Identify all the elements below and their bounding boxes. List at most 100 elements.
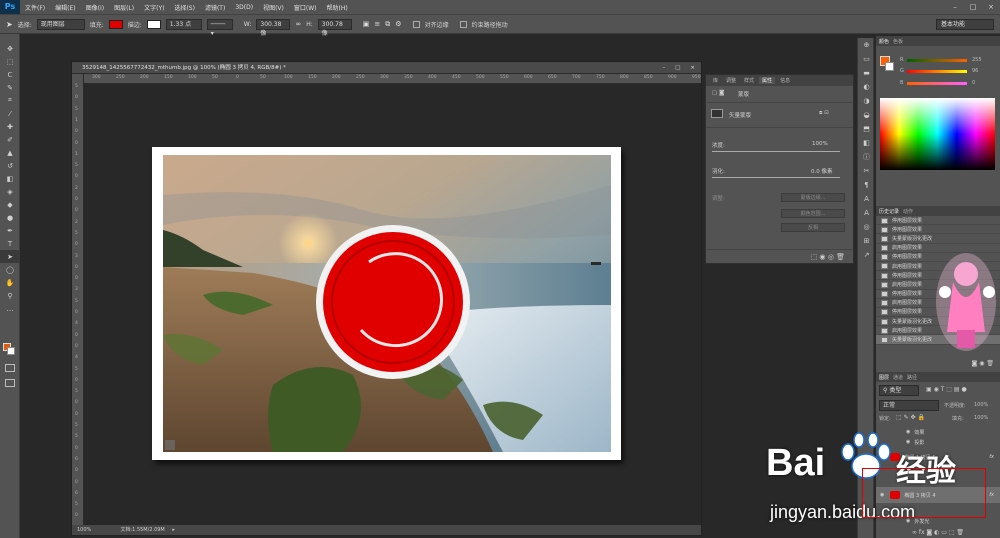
tab-properties[interactable]: 属性 — [759, 77, 776, 84]
opacity-value[interactable]: 100% — [974, 402, 988, 408]
add-mask-icon[interactable]: ⧈ ⊡ — [819, 110, 829, 117]
mask-icon[interactable]: ▢ ◙ — [712, 90, 724, 96]
tab-layers[interactable]: 图层 — [879, 374, 889, 381]
stroke-swatch[interactable] — [146, 19, 161, 29]
b-slider[interactable] — [907, 82, 967, 85]
history-item[interactable]: 停用图层效果 — [876, 225, 1000, 235]
eye-icon[interactable]: ◉ — [906, 429, 910, 435]
feather-value[interactable]: 0.0 像素 — [811, 167, 833, 175]
tab-swatches[interactable]: 色板 — [893, 38, 903, 45]
bucket-tool-icon[interactable]: ◈ — [0, 185, 20, 198]
menu-select[interactable]: 选择(S) — [169, 3, 200, 12]
menu-help[interactable]: 帮助(H) — [322, 3, 353, 12]
status-arrow-icon[interactable]: ▸ — [172, 527, 175, 533]
red-circle-graphic[interactable] — [313, 222, 473, 382]
h-field[interactable]: 300.78 像 — [317, 18, 352, 37]
minimize-button[interactable]: – — [946, 3, 964, 11]
tab-info[interactable]: 信息 — [777, 77, 793, 84]
color-bg-swatch[interactable] — [885, 62, 894, 71]
select-dropdown[interactable]: 现用图层 — [36, 18, 85, 30]
menu-layer[interactable]: 图层(L) — [109, 3, 139, 12]
move-tool-icon[interactable]: ✥ — [0, 42, 20, 55]
lock-icons[interactable]: ⬚ ✎ ✥ 🔒 — [896, 414, 925, 421]
tab-styles[interactable]: 样式 — [741, 77, 757, 84]
tab-paths[interactable]: 路径 — [907, 374, 917, 381]
zoom-tool-icon[interactable]: ⚲ — [0, 289, 20, 302]
tab-adjustments[interactable]: 调整 — [723, 77, 739, 84]
r-value[interactable]: 255 — [972, 57, 982, 63]
tab-color[interactable]: 颜色 — [879, 38, 889, 45]
glyphs-icon[interactable]: ◎ — [858, 220, 875, 234]
character-icon[interactable]: A — [858, 192, 875, 206]
dodge-tool-icon[interactable]: ● — [0, 211, 20, 224]
g-value[interactable]: 96 — [972, 68, 978, 74]
eraser-tool-icon[interactable]: ◧ — [0, 172, 20, 185]
properties-icon[interactable]: ⊞ — [858, 234, 875, 248]
paragraph-icon[interactable]: ¶ — [858, 178, 875, 192]
gear-icon[interactable]: ⚙ — [395, 20, 401, 28]
layer-effects-row[interactable]: ◉ 效果 — [876, 427, 1000, 437]
menu-image[interactable]: 图像(I) — [81, 3, 109, 12]
navigator-icon[interactable]: ◐ — [858, 80, 875, 94]
pen-tool-icon[interactable]: ✒ — [0, 224, 20, 237]
type-tool-icon[interactable]: T — [0, 237, 20, 250]
healing-tool-icon[interactable]: ✚ — [0, 120, 20, 133]
quick-mask-icon[interactable] — [5, 364, 15, 372]
align-edges-checkbox[interactable] — [412, 20, 420, 28]
history-panel-icon[interactable]: ⊕ — [858, 38, 875, 52]
crop-tool-icon[interactable]: ⌗ — [0, 94, 20, 107]
history-item[interactable]: 停用图层效果 — [876, 216, 1000, 226]
marquee-tool-icon[interactable]: ⬚ — [0, 55, 20, 68]
tool-presets-icon[interactable]: ✂ — [858, 164, 875, 178]
doc-minimize-button[interactable]: – — [662, 62, 665, 74]
link-icon[interactable]: ∞ — [295, 20, 301, 28]
blur-tool-icon[interactable]: ◆ — [0, 198, 20, 211]
menu-window[interactable]: 窗口(W) — [289, 3, 322, 12]
brush-tool-icon[interactable]: ✐ — [0, 133, 20, 146]
hand-tool-icon[interactable]: ✋ — [0, 276, 20, 289]
layer-filter-dropdown[interactable]: ⚲ 类型 — [879, 385, 919, 396]
path-align-icon[interactable]: ≡ — [374, 20, 380, 28]
menu-3d[interactable]: 3D(D) — [230, 4, 258, 11]
path-arrange-icon[interactable]: ⧉ — [385, 20, 390, 29]
character-styles-icon[interactable]: A — [858, 206, 875, 220]
adjustments-icon[interactable]: ⬒ — [858, 122, 875, 136]
g-slider[interactable] — [907, 70, 967, 73]
info-icon[interactable]: ⓘ — [858, 150, 875, 164]
timeline-icon[interactable]: ↗ — [858, 248, 875, 262]
doc-close-button[interactable]: × — [690, 62, 695, 74]
history-brush-icon[interactable]: ↺ — [0, 159, 20, 172]
menu-type[interactable]: 文字(Y) — [139, 3, 169, 12]
document-tab[interactable]: 3529148_142556777243​2_mthumb.jpg @ 100%… — [72, 62, 701, 74]
invert-button[interactable]: 反相 — [781, 223, 845, 232]
zoom-level[interactable]: 100% — [77, 527, 91, 533]
screen-mode-icon[interactable] — [5, 379, 15, 387]
r-slider[interactable] — [907, 59, 967, 62]
path-select-icon[interactable]: ➤ — [6, 20, 13, 29]
stamp-tool-icon[interactable]: ▲ — [0, 146, 20, 159]
tab-actions[interactable]: 动作 — [903, 208, 913, 215]
fill-swatch[interactable] — [108, 19, 123, 29]
menu-edit[interactable]: 编辑(E) — [50, 3, 80, 12]
lasso-tool-icon[interactable]: ᑕ — [0, 68, 20, 81]
blend-mode-dropdown[interactable]: 正常 — [879, 400, 939, 411]
stroke-width-field[interactable]: 1.33 点 — [165, 18, 202, 30]
brush-preset-icon[interactable]: ◑ — [858, 94, 875, 108]
layer-comps-icon[interactable]: ▭ — [858, 52, 875, 66]
clone-source-icon[interactable]: ◒ — [858, 108, 875, 122]
styles-icon[interactable]: ◧ — [858, 136, 875, 150]
path-select-tool-icon[interactable]: ➤ — [0, 250, 20, 263]
more-tools-icon[interactable]: … — [0, 302, 20, 315]
layer-filter-icons[interactable]: ▣ ◉ T ⬚ ▤ ● — [926, 386, 967, 393]
constrain-checkbox[interactable] — [459, 20, 467, 28]
color-range-button[interactable]: 颜色范围... — [781, 209, 845, 218]
stroke-type-dropdown[interactable]: ──── ▾ — [206, 18, 233, 37]
tab-history[interactable]: 历史记录 — [879, 208, 899, 215]
path-ops-icon[interactable]: ▣ — [363, 20, 370, 28]
b-value[interactable]: 0 — [972, 80, 975, 86]
feather-slider[interactable] — [712, 177, 840, 178]
tab-channels[interactable]: 通道 — [893, 374, 903, 381]
color-spectrum[interactable] — [880, 98, 995, 170]
workspace-dropdown[interactable]: 基本功能 — [936, 18, 994, 30]
tab-library[interactable]: 库 — [710, 77, 721, 84]
